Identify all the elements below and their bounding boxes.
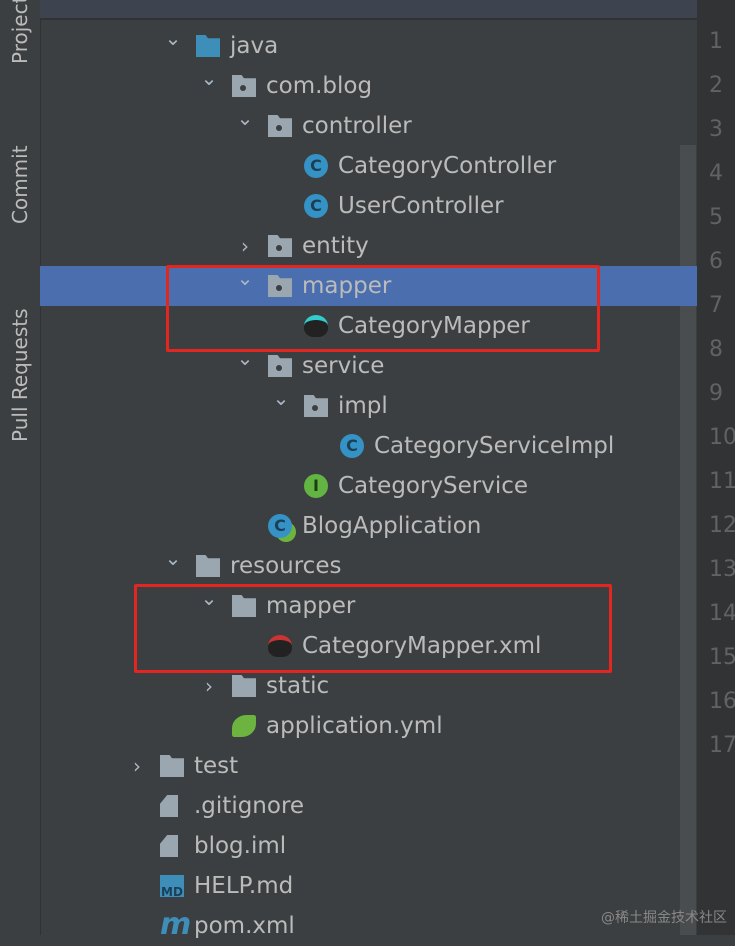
line-number: 9	[709, 381, 723, 406]
tree-item-label: impl	[338, 393, 388, 419]
tab-label: Pull Requests	[8, 308, 32, 442]
line-number: 10	[709, 425, 735, 450]
tree-item[interactable]: I CategoryService	[40, 466, 680, 506]
package-icon	[268, 115, 292, 137]
tree-item[interactable]: C BlogApplication	[40, 506, 680, 546]
tree-item[interactable]: .gitignore	[40, 786, 680, 826]
tree-item-label: java	[230, 33, 279, 59]
tool-window-strip: Project Commit Pull Requests	[0, 0, 41, 935]
gitignore-file-icon	[160, 795, 178, 817]
line-number: 2	[709, 73, 723, 98]
class-icon: C	[340, 434, 364, 458]
tree-item-label: CategoryService	[338, 473, 529, 499]
tab-project[interactable]: Project	[0, 0, 40, 64]
source-folder-icon	[196, 35, 220, 57]
tree-item-label: resources	[230, 553, 342, 579]
iml-file-icon	[160, 835, 178, 857]
line-number: 16	[709, 689, 735, 714]
tab-pull-requests[interactable]: Pull Requests	[0, 285, 40, 465]
chevron-down-icon[interactable]: ⌄	[164, 26, 182, 50]
chevron-down-icon[interactable]: ⌄	[236, 106, 254, 130]
chevron-down-icon[interactable]: ⌄	[272, 386, 290, 410]
tree-item-label: .gitignore	[194, 793, 305, 819]
chevron-right-icon[interactable]: ›	[200, 674, 218, 698]
tab-label: Commit	[8, 145, 32, 225]
line-number: 7	[709, 293, 723, 318]
tree-item[interactable]: › test	[40, 746, 680, 786]
line-number: 12	[709, 513, 735, 538]
tree-item[interactable]: C CategoryController	[40, 146, 680, 186]
class-icon: C	[304, 154, 328, 178]
yml-icon	[232, 715, 256, 737]
tree-item-label: CategoryController	[338, 153, 557, 179]
line-number: 5	[709, 205, 723, 230]
chevron-down-icon[interactable]: ⌄	[200, 66, 218, 90]
line-number: 4	[709, 161, 723, 186]
tree-item-label: pom.xml	[194, 913, 295, 939]
chevron-down-icon[interactable]: ⌄	[164, 546, 182, 570]
scrollbar[interactable]	[680, 145, 696, 935]
tree-item[interactable]: ⌄ resources	[40, 546, 680, 586]
tree-item-label: test	[194, 753, 239, 779]
line-number: 8	[709, 337, 723, 362]
tree-item-label: application.yml	[266, 713, 443, 739]
tree-item[interactable]: MD HELP.md	[40, 866, 680, 906]
package-icon	[232, 75, 256, 97]
folder-icon	[160, 755, 184, 777]
editor-gutter: 1 2 3 4 5 6 7 8 9 10 11 12 13 14 15 16 17	[697, 0, 735, 935]
tree-item-label: entity	[302, 233, 369, 259]
spring-boot-app-icon: C	[268, 514, 292, 538]
tree-item[interactable]: C UserController	[40, 186, 680, 226]
line-number: 6	[709, 249, 723, 274]
highlight-box-resources-mapper	[134, 584, 612, 673]
tree-item-label: service	[302, 353, 385, 379]
tab-label: Project	[8, 0, 32, 65]
tree-item[interactable]: › entity	[40, 226, 680, 266]
line-number: 3	[709, 117, 723, 142]
markdown-file-icon: MD	[160, 875, 184, 899]
tree-item[interactable]: C CategoryServiceImpl	[40, 426, 680, 466]
package-icon	[268, 235, 292, 257]
package-icon	[304, 395, 328, 417]
line-number: 17	[709, 733, 735, 758]
tree-item-label: UserController	[338, 193, 504, 219]
project-toolbar	[40, 0, 697, 20]
tree-item[interactable]: ⌄ impl	[40, 386, 680, 426]
chevron-right-icon[interactable]: ›	[236, 234, 254, 258]
tree-item-label: controller	[302, 113, 412, 139]
tree-item[interactable]: application.yml	[40, 706, 680, 746]
line-number: 15	[709, 645, 735, 670]
tree-item-label: com.blog	[266, 73, 373, 99]
package-icon	[268, 355, 292, 377]
line-number: 14	[709, 601, 735, 626]
line-number: 13	[709, 557, 735, 582]
highlight-box-mapper	[166, 265, 600, 352]
maven-file-icon: m	[160, 907, 192, 942]
tree-item-label: blog.iml	[194, 833, 287, 859]
tree-item-label: HELP.md	[194, 873, 294, 899]
folder-icon	[232, 675, 256, 697]
tree-item[interactable]: ⌄ com.blog	[40, 66, 680, 106]
interface-icon: I	[304, 474, 328, 498]
tree-item-label: BlogApplication	[302, 513, 482, 539]
tree-item[interactable]: ⌄ java	[40, 26, 680, 66]
tree-item[interactable]: blog.iml	[40, 826, 680, 866]
tree-item[interactable]: ⌄ service	[40, 346, 680, 386]
tree-item[interactable]: ⌄ controller	[40, 106, 680, 146]
resources-folder-icon	[196, 555, 220, 577]
watermark: @稀土掘金技术社区	[601, 910, 727, 926]
tree-item[interactable]: m pom.xml	[40, 906, 680, 946]
line-number: 1	[709, 29, 723, 54]
line-number: 11	[709, 469, 735, 494]
class-icon: C	[304, 194, 328, 218]
tree-item-label: static	[266, 673, 330, 699]
tree-item-label: CategoryServiceImpl	[374, 433, 615, 459]
tab-commit[interactable]: Commit	[0, 120, 40, 250]
chevron-right-icon[interactable]: ›	[128, 754, 146, 778]
